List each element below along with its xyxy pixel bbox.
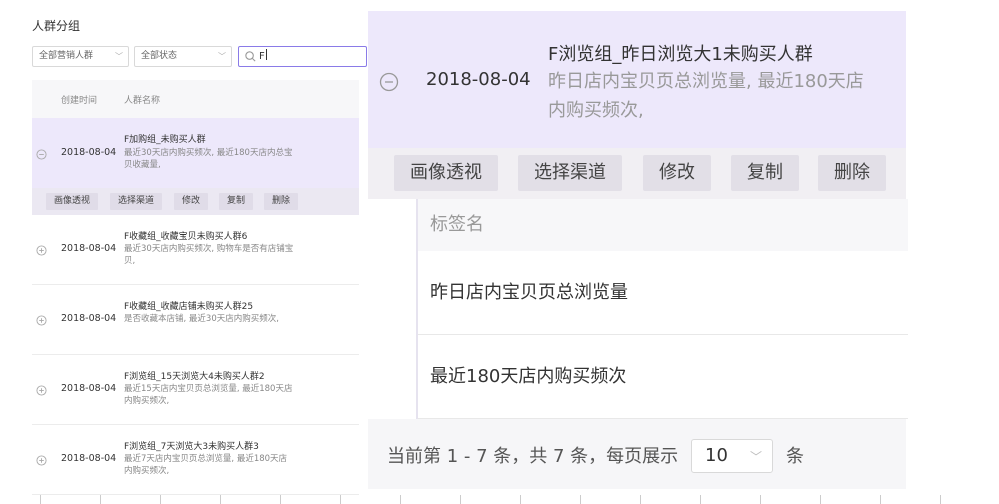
row-desc: 最近15天店内宝贝页总浏览量, 最近180天店内购买频次, xyxy=(124,384,293,406)
table-header: 创建时间 人群名称 xyxy=(32,80,359,118)
search-input[interactable]: F xyxy=(238,46,367,67)
column-header-name: 人群名称 xyxy=(124,96,161,106)
chevron-down-icon: ﹀ xyxy=(218,52,226,61)
page-size-select[interactable]: 10 ﹀ xyxy=(691,439,773,473)
edit-button[interactable]: 修改 xyxy=(174,193,209,210)
bottom-divider xyxy=(0,495,999,504)
row-desc: 最近30天店内购买频次, 最近180天店内总宝贝收藏量, xyxy=(124,148,293,170)
table-row[interactable]: 2018-08-04 F浏览组_7天浏览大3未购买人群3 最近7天店内宝贝页总浏… xyxy=(32,425,359,495)
marketing-filter-select[interactable]: 全部营销人群 ﹀ xyxy=(32,46,129,67)
copy-button[interactable]: 复制 xyxy=(731,155,799,191)
edit-button[interactable]: 修改 xyxy=(643,155,711,191)
tag-header: 标签名 xyxy=(418,199,908,251)
table-row[interactable]: 2018-08-04 F收藏组_收藏店铺未购买人群25 是否收藏本店铺, 最近3… xyxy=(32,285,359,355)
page-size-value: 10 xyxy=(705,445,728,466)
row-date: 2018-08-04 xyxy=(61,147,117,158)
detail-name: F浏览组_昨日浏览大1未购买人群 xyxy=(548,44,813,65)
detail-row[interactable]: 2018-08-04 F浏览组_昨日浏览大1未购买人群 昨日店内宝贝页总浏览量,… xyxy=(368,11,906,148)
delete-button[interactable]: 删除 xyxy=(264,193,299,210)
collapse-icon[interactable] xyxy=(379,72,399,92)
row-date: 2018-08-04 xyxy=(61,313,117,324)
table-row[interactable]: 2018-08-04 F收藏组_收藏宝贝未购买人群6 最近30天店内购买频次, … xyxy=(32,215,359,285)
tag-table: 标签名 昨日店内宝贝页总浏览量 最近180天店内购买频次 xyxy=(416,199,908,419)
search-icon xyxy=(245,51,256,62)
pagination-summary: 当前第 1 - 7 条，共 7 条，每页展示 xyxy=(387,446,679,467)
expand-icon[interactable] xyxy=(36,455,47,466)
portrait-button[interactable]: 画像透视 xyxy=(394,155,498,191)
row-desc: 是否收藏本店铺, 最近30天店内购买频次, xyxy=(124,314,279,324)
detail-panel: 2018-08-04 F浏览组_昨日浏览大1未购买人群 昨日店内宝贝页总浏览量,… xyxy=(368,11,908,491)
row-name: F收藏组_收藏宝贝未购买人群6 xyxy=(124,232,248,242)
row-date: 2018-08-04 xyxy=(61,453,117,464)
tag-row: 最近180天店内购买频次 xyxy=(418,335,908,419)
left-panel: 人群分组 全部营销人群 ﹀ 全部状态 ﹀ F 创建时间 人群名称 2018-08… xyxy=(32,0,367,504)
chevron-down-icon: ﹀ xyxy=(749,450,762,464)
row-date: 2018-08-04 xyxy=(61,383,117,394)
expand-icon[interactable] xyxy=(36,245,47,256)
status-filter-value: 全部状态 xyxy=(141,51,178,61)
column-header-created: 创建时间 xyxy=(61,96,98,106)
section-title: 人群分组 xyxy=(32,19,81,33)
marketing-filter-value: 全部营销人群 xyxy=(39,51,94,61)
portrait-button[interactable]: 画像透视 xyxy=(46,193,99,210)
row-desc: 最近7天店内宝贝页总浏览量, 最近180天店内购买频次, xyxy=(124,454,288,476)
filter-bar: 全部营销人群 ﹀ 全部状态 ﹀ F xyxy=(32,46,367,67)
copy-button[interactable]: 复制 xyxy=(219,193,254,210)
row-name: F浏览组_15天浏览大4未购买人群2 xyxy=(124,372,265,382)
row-desc: 最近30天店内购买频次, 购物车是否有店铺宝贝, xyxy=(124,244,294,266)
chevron-down-icon: ﹀ xyxy=(115,52,123,61)
detail-actions: 画像透视 选择渠道 修改 复制 删除 xyxy=(368,148,906,199)
row-date: 2018-08-04 xyxy=(61,243,117,254)
detail-date: 2018-08-04 xyxy=(426,69,531,90)
pagination: 当前第 1 - 7 条，共 7 条，每页展示 10 ﹀ 条 xyxy=(368,419,906,489)
expand-icon[interactable] xyxy=(36,385,47,396)
select-channel-button[interactable]: 选择渠道 xyxy=(518,155,622,191)
status-filter-select[interactable]: 全部状态 ﹀ xyxy=(134,46,232,67)
select-channel-button[interactable]: 选择渠道 xyxy=(110,193,163,210)
pagination-unit: 条 xyxy=(786,446,804,467)
delete-button[interactable]: 删除 xyxy=(818,155,886,191)
row-name: F加购组_未购买人群 xyxy=(124,135,206,145)
collapse-icon[interactable] xyxy=(36,149,47,160)
row-name: F收藏组_收藏店铺未购买人群25 xyxy=(124,302,254,312)
table-row[interactable]: 2018-08-04 F加购组_未购买人群 最近30天店内购买频次, 最近180… xyxy=(32,118,359,188)
expand-icon[interactable] xyxy=(36,315,47,326)
table-row[interactable]: 2018-08-04 F浏览组_15天浏览大4未购买人群2 最近15天店内宝贝页… xyxy=(32,355,359,425)
row-name: F浏览组_7天浏览大3未购买人群3 xyxy=(124,442,259,452)
search-input-value: F xyxy=(259,49,267,62)
row-actions: 画像透视 选择渠道 修改 复制 删除 xyxy=(32,188,359,215)
tag-row: 昨日店内宝贝页总浏览量 xyxy=(418,251,908,335)
detail-desc: 昨日店内宝贝页总浏览量, 最近180天店内购买频次, xyxy=(548,71,864,121)
